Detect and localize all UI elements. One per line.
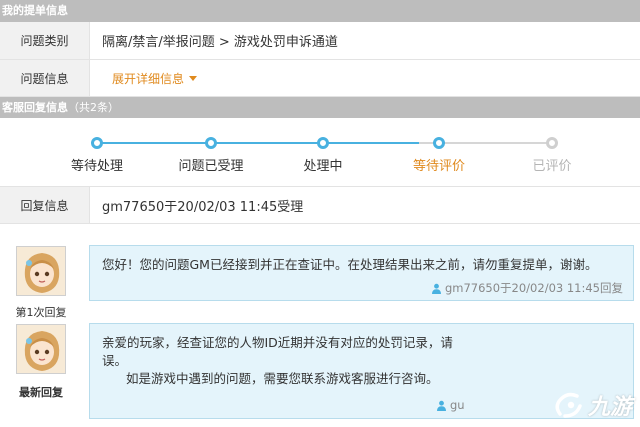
watermark-text: 九游 (587, 395, 632, 420)
info-label: 问题信息 (0, 60, 90, 96)
progress-step-4: 等待评价 (384, 137, 494, 174)
step-dot-icon (546, 137, 558, 149)
progress-step-3: 处理中 (268, 137, 378, 174)
progress-step-2: 问题已受理 (156, 137, 266, 174)
step-dot-icon (205, 137, 217, 149)
category-row: 问题类别 隔离/禁言/举报问题 > 游戏处罚申诉通道 (0, 22, 640, 60)
user-icon (431, 283, 441, 294)
reply-2-sign-text: gu (450, 398, 465, 412)
jiuyou-logo-icon (555, 392, 582, 418)
reply-1-bubble: 您好！您的问题GM已经接到并正在查证中。在处理结果出来之前，请勿重复提单，谢谢。… (89, 245, 634, 301)
obscured-area (455, 332, 625, 362)
reply-section-header: 客服回复信息（共2条） (0, 97, 640, 119)
reply-info-label: 回复信息 (0, 187, 90, 223)
reply-count: （共2条） (68, 101, 119, 114)
step-label: 等待处理 (70, 159, 123, 174)
ticket-section-header: 我的提单信息 (0, 0, 640, 22)
reply-1-signature: gm77650于20/02/03 11:45回复 (431, 280, 623, 296)
step-label: 处理中 (303, 159, 343, 174)
step-dot-icon (433, 137, 445, 149)
reply-2-tag: 最新回复 (19, 386, 63, 399)
step-label-pending: 已评价 (532, 159, 572, 174)
reply-1-text: 您好！您的问题GM已经接到并正在查证中。在处理结果出来之前，请勿重复提单，谢谢。 (102, 257, 598, 272)
gm-avatar-icon (17, 325, 65, 373)
progress-step-1: 等待处理 (42, 137, 152, 174)
progress-step-5: 已评价 (497, 137, 607, 174)
reply-1-sign-text: gm77650于20/02/03 11:45回复 (444, 281, 623, 295)
step-dot-icon (317, 137, 329, 149)
ticket-section-title: 我的提单信息 (2, 4, 68, 17)
gm-avatar-icon (17, 247, 65, 295)
step-label-current: 等待评价 (412, 159, 465, 174)
expand-details-label: 展开详细信息 (112, 71, 185, 86)
reply-1-tag: 第1次回复 (15, 306, 67, 319)
gm-avatar (16, 324, 66, 374)
reply-2-signature: gu (436, 398, 465, 412)
reply-info-row: 回复信息 gm77650于20/02/03 11:45受理 (0, 186, 640, 224)
step-label: 问题已受理 (178, 159, 244, 174)
watermark: 九游 (552, 389, 632, 421)
gm-avatar (16, 246, 66, 296)
step-dot-icon (91, 137, 103, 149)
category-value: 隔离/禁言/举报问题 > 游戏处罚申诉通道 (102, 35, 338, 50)
reply-2-text-line3: 如是游戏中遇到的问题，需要您联系游戏客服进行咨询。 (126, 371, 439, 386)
expand-details-link[interactable]: 展开详细信息 (112, 70, 198, 87)
progress-tracker: 等待处理 问题已受理 处理中 等待评价 已评价 (0, 118, 640, 184)
info-row: 问题信息 展开详细信息 (0, 60, 640, 97)
caret-down-icon (189, 75, 198, 81)
reply-info-value: gm77650于20/02/03 11:45受理 (102, 199, 304, 215)
reply-section-title: 客服回复信息 (2, 101, 68, 114)
category-label: 问题类别 (0, 22, 90, 59)
user-icon (437, 400, 446, 411)
